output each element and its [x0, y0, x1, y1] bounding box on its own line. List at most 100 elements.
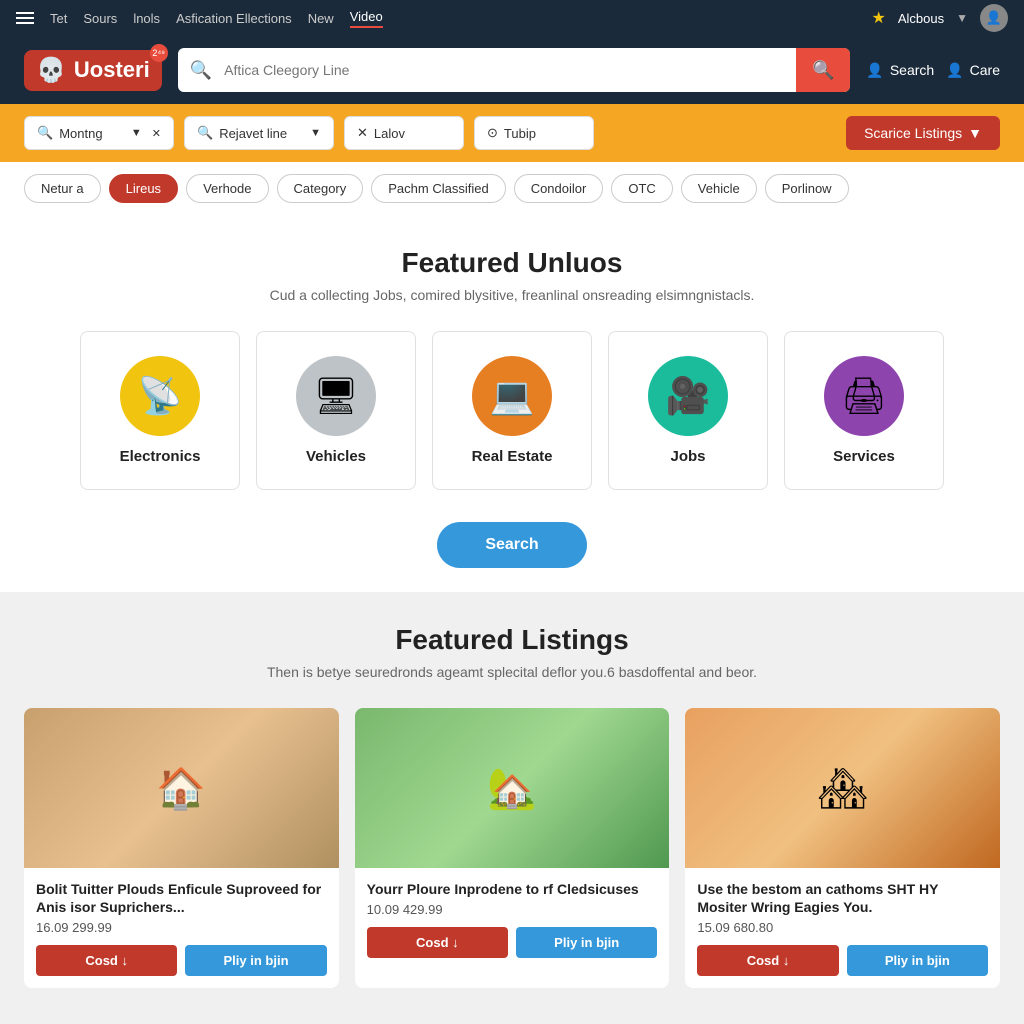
location-icon: 🔍: [37, 125, 53, 141]
price-icon: ⊙: [487, 125, 498, 141]
featured-title: Featured Unluos: [24, 247, 1000, 279]
jobs-label: Jobs: [625, 448, 751, 465]
listing-card-1[interactable]: 🏡 Yourr Ploure Inprodene to rf Cledsicus…: [355, 708, 670, 988]
nav-item-sours[interactable]: Sours: [83, 11, 117, 26]
tag-netur[interactable]: Netur a: [24, 174, 101, 203]
tag-verhode[interactable]: Verhode: [186, 174, 268, 203]
tag-pachm[interactable]: Pachm Classified: [371, 174, 505, 203]
listing-title-0: Bolit Tuitter Plouds Enficule Suproveed …: [36, 880, 327, 916]
tag-category[interactable]: Category: [277, 174, 364, 203]
listing-price-2: 15.09 680.80: [697, 920, 988, 935]
services-icon: 🖨: [841, 375, 887, 417]
nav-item-lnols[interactable]: lnols: [133, 11, 160, 26]
tag-otc[interactable]: OTC: [611, 174, 672, 203]
location-close[interactable]: ✕: [152, 127, 161, 140]
top-nav: Tet Sours lnols Asfication Ellections Ne…: [0, 0, 1024, 36]
tag-porlinow[interactable]: Porlinow: [765, 174, 849, 203]
search-bar-submit[interactable]: 🔍: [796, 48, 850, 92]
person-icon: 👤: [866, 62, 883, 79]
services-icon-circle: 🖨: [824, 356, 904, 436]
condition-icon: ✕: [357, 125, 368, 141]
listing-body-1: Yourr Ploure Inprodene to rf Cledsicuses…: [355, 868, 670, 970]
services-label: Services: [801, 448, 927, 465]
price-filter[interactable]: ⊙ Tubip: [474, 116, 594, 150]
filter-submit-btn[interactable]: Scarice Listings ▼: [846, 116, 1000, 150]
listing-btn-primary-0[interactable]: Cosd ↓: [36, 945, 177, 976]
search-bar: 🔍 🔍: [178, 48, 851, 92]
nav-item-video[interactable]: Video: [350, 9, 383, 28]
header-care-btn[interactable]: 👤 Care: [946, 62, 1000, 79]
vehicles-icon: 🖥: [313, 375, 359, 417]
nav-item-tet[interactable]: Tet: [50, 11, 67, 26]
user-name[interactable]: Alcbous: [898, 11, 944, 26]
category-chevron: ▼: [310, 127, 321, 139]
location-filter[interactable]: 🔍 Montng ▼ ✕: [24, 116, 174, 150]
logo-skull-icon: 💀: [36, 56, 66, 85]
listing-actions-2: Cosd ↓ Pliy in bjin: [697, 945, 988, 976]
header-actions: 👤 Search 👤 Care: [866, 62, 1000, 79]
listing-body-2: Use the bestom an cathoms SHT HY Mositer…: [685, 868, 1000, 988]
category-jobs[interactable]: 🎥 Jobs: [608, 331, 768, 490]
star-icon: ★: [872, 8, 886, 28]
listing-image-1: 🏡: [355, 708, 670, 868]
electronics-label: Electronics: [97, 448, 223, 465]
categories-grid: 📡 Electronics 🖥 Vehicles 💻 Real Estate 🎥…: [24, 331, 1000, 490]
nav-item-asfication[interactable]: Asfication Ellections: [176, 11, 292, 26]
category-vehicles[interactable]: 🖥 Vehicles: [256, 331, 416, 490]
listing-btn-secondary-0[interactable]: Pliy in bjin: [185, 945, 326, 976]
listing-card-0[interactable]: 🏠 Bolit Tuitter Plouds Enficule Suprovee…: [24, 708, 339, 988]
tag-lireus[interactable]: Lireus: [109, 174, 178, 203]
listing-actions-0: Cosd ↓ Pliy in bjin: [36, 945, 327, 976]
realestate-label: Real Estate: [449, 448, 575, 465]
listing-btn-secondary-1[interactable]: Pliy in bjin: [516, 927, 657, 958]
category-realestate[interactable]: 💻 Real Estate: [432, 331, 592, 490]
condition-filter[interactable]: ✕ Lalov: [344, 116, 464, 150]
nav-item-new[interactable]: New: [308, 11, 334, 26]
electronics-icon-circle: 📡: [120, 356, 200, 436]
electronics-icon: 📡: [138, 375, 183, 417]
listing-body-0: Bolit Tuitter Plouds Enficule Suproveed …: [24, 868, 339, 988]
category-services[interactable]: 🖨 Services: [784, 331, 944, 490]
realestate-icon-circle: 💻: [472, 356, 552, 436]
logo-badge: 2⁴⁹: [150, 44, 168, 62]
category-electronics[interactable]: 📡 Electronics: [80, 331, 240, 490]
realestate-icon: 💻: [490, 375, 535, 417]
top-nav-right: ★ Alcbous ▼ 👤: [872, 4, 1008, 32]
logo-text: Uosteri: [74, 57, 150, 83]
header-search-btn[interactable]: 👤 Search: [866, 62, 934, 79]
jobs-icon-circle: 🎥: [648, 356, 728, 436]
tag-vehicle[interactable]: Vehicle: [681, 174, 757, 203]
jobs-icon: 🎥: [666, 375, 711, 417]
care-icon: 👤: [946, 62, 963, 79]
top-nav-left: Tet Sours lnols Asfication Ellections Ne…: [16, 9, 856, 28]
filter-bar: 🔍 Montng ▼ ✕ 🔍 Rejavet line ▼ ✕ Lalov ⊙ …: [0, 104, 1024, 162]
search-input[interactable]: [224, 48, 796, 92]
listing-image-0: 🏠: [24, 708, 339, 868]
filter-chevron-icon: ▼: [968, 125, 982, 141]
featured-subtitle: Cud a collecting Jobs, comired blysitive…: [24, 287, 1000, 303]
listing-btn-primary-1[interactable]: Cosd ↓: [367, 927, 508, 958]
listing-price-1: 10.09 429.99: [367, 902, 658, 917]
listing-btn-primary-2[interactable]: Cosd ↓: [697, 945, 838, 976]
logo[interactable]: 💀 Uosteri 2⁴⁹: [24, 50, 162, 91]
featured-search-btn[interactable]: Search: [437, 522, 586, 568]
hamburger-menu[interactable]: [16, 12, 34, 24]
tag-condoilor[interactable]: Condoilor: [514, 174, 604, 203]
listing-btn-secondary-2[interactable]: Pliy in bjin: [847, 945, 988, 976]
listing-price-0: 16.09 299.99: [36, 920, 327, 935]
user-avatar[interactable]: 👤: [980, 4, 1008, 32]
header: 💀 Uosteri 2⁴⁹ 🔍 🔍 👤 Search 👤 Care: [0, 36, 1024, 104]
listing-image-2: 🏘: [685, 708, 1000, 868]
category-filter[interactable]: 🔍 Rejavet line ▼: [184, 116, 334, 150]
vehicles-icon-circle: 🖥: [296, 356, 376, 436]
listing-title-2: Use the bestom an cathoms SHT HY Mositer…: [697, 880, 988, 916]
search-center: Search: [24, 522, 1000, 568]
listings-section: Featured Listings Then is betye seuredro…: [0, 592, 1024, 1012]
vehicles-label: Vehicles: [273, 448, 399, 465]
location-chevron: ▼: [131, 127, 142, 139]
category-filter-icon: 🔍: [197, 125, 213, 141]
category-tags: Netur a Lireus Verhode Category Pachm Cl…: [0, 162, 1024, 215]
listing-card-2[interactable]: 🏘 Use the bestom an cathoms SHT HY Mosit…: [685, 708, 1000, 988]
listings-subtitle: Then is betye seuredronds ageamt splecit…: [24, 664, 1000, 680]
user-dropdown-icon[interactable]: ▼: [956, 11, 968, 25]
